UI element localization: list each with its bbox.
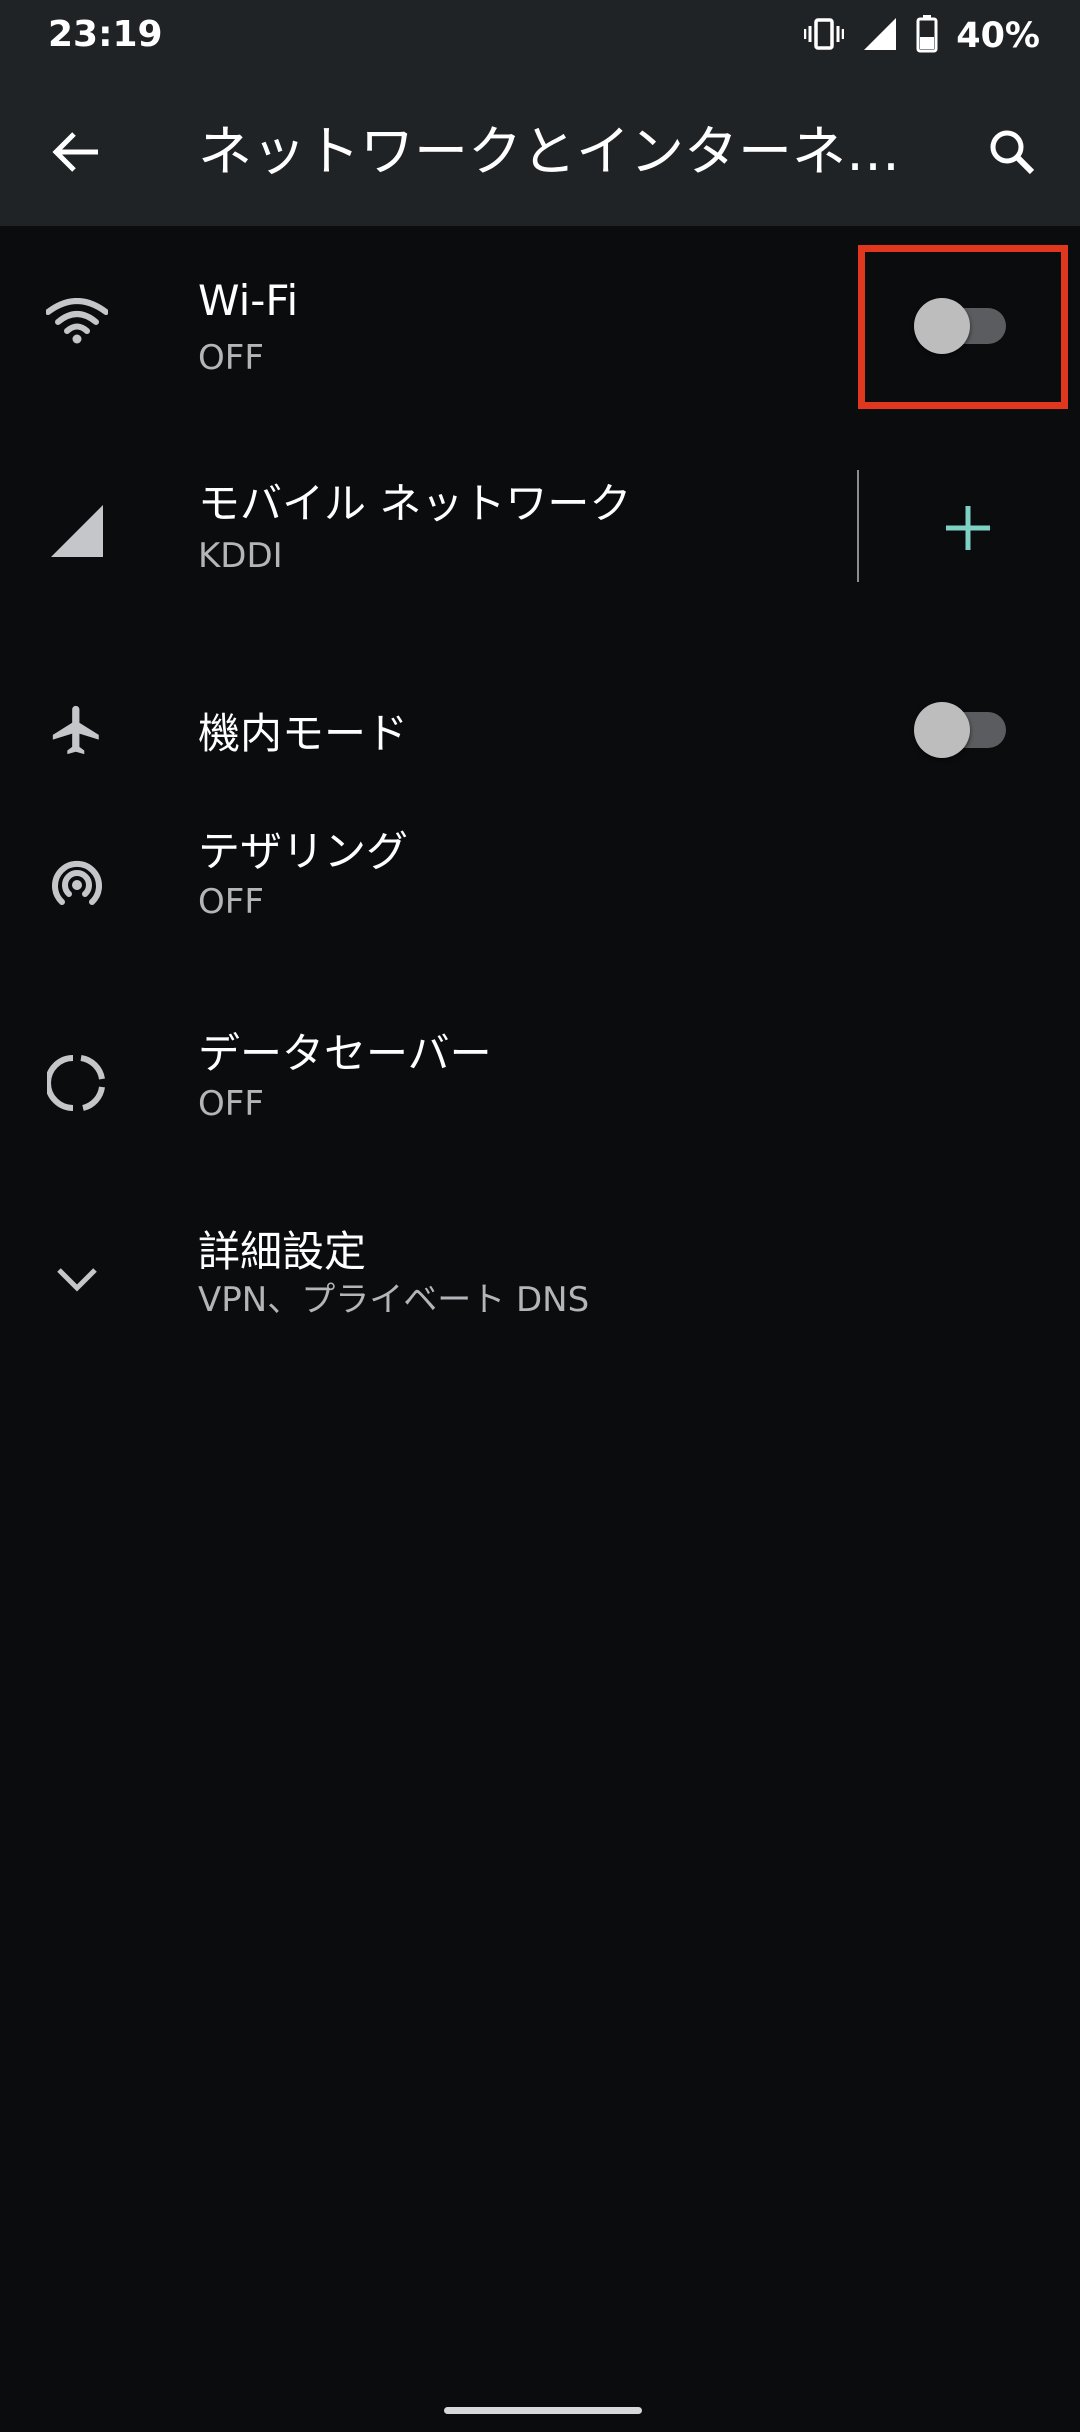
data-saver-title: データセーバー [198,1029,492,1078]
wifi-title: Wi-Fi [198,276,299,325]
hotspot-icon [40,848,114,922]
signal-status-icon [862,16,898,56]
mobile-network-title: モバイル ネットワーク [198,479,632,528]
setting-row-mobile-network[interactable]: モバイル ネットワーク KDDI [0,462,1080,602]
wifi-summary: OFF [198,338,264,378]
airplane-icon [40,693,114,767]
search-icon [990,130,1035,175]
status-time: 23:19 [48,14,163,55]
highlight-box [858,245,1068,409]
mobile-network-summary: KDDI [198,536,283,576]
setting-row-airplane-mode[interactable]: 機内モード [0,660,1080,800]
home-indicator[interactable] [444,2407,642,2414]
vibrate-icon [803,16,845,56]
plus-icon [946,506,990,550]
search-button[interactable] [972,112,1052,192]
airplane-toggle-thumb [914,702,970,758]
tethering-title: テザリング [198,827,409,876]
add-network-button[interactable] [928,488,1008,568]
battery-icon [916,15,938,57]
cell-signal-icon [40,494,114,568]
settings-screen: 23:19 40% ネットワークとインターネット Wi-Fi OFF モバイル … [0,0,1080,2432]
setting-row-tethering[interactable]: テザリング OFF [0,812,1080,952]
chevron-down-icon [40,1242,114,1316]
tethering-summary: OFF [198,882,264,922]
wifi-icon [40,284,114,358]
page-title: ネットワークとインターネット [198,120,908,183]
status-icons: 40% [803,14,1040,58]
data-saver-icon [40,1046,114,1120]
advanced-summary: VPN、プライベート DNS [198,1280,590,1320]
back-button[interactable] [36,112,116,192]
back-arrow-icon [52,132,98,172]
setting-row-data-saver[interactable]: データセーバー OFF [0,1012,1080,1152]
battery-percent: 40% [956,16,1040,56]
setting-row-advanced[interactable]: 詳細設定 VPN、プライベート DNS [0,1210,1080,1350]
data-saver-summary: OFF [198,1084,264,1124]
airplane-mode-title: 機内モード [198,709,409,758]
header: 23:19 40% ネットワークとインターネット [0,0,1080,226]
airplane-mode-toggle[interactable] [914,700,1010,760]
advanced-title: 詳細設定 [198,1227,367,1276]
mobile-network-divider [857,470,859,582]
